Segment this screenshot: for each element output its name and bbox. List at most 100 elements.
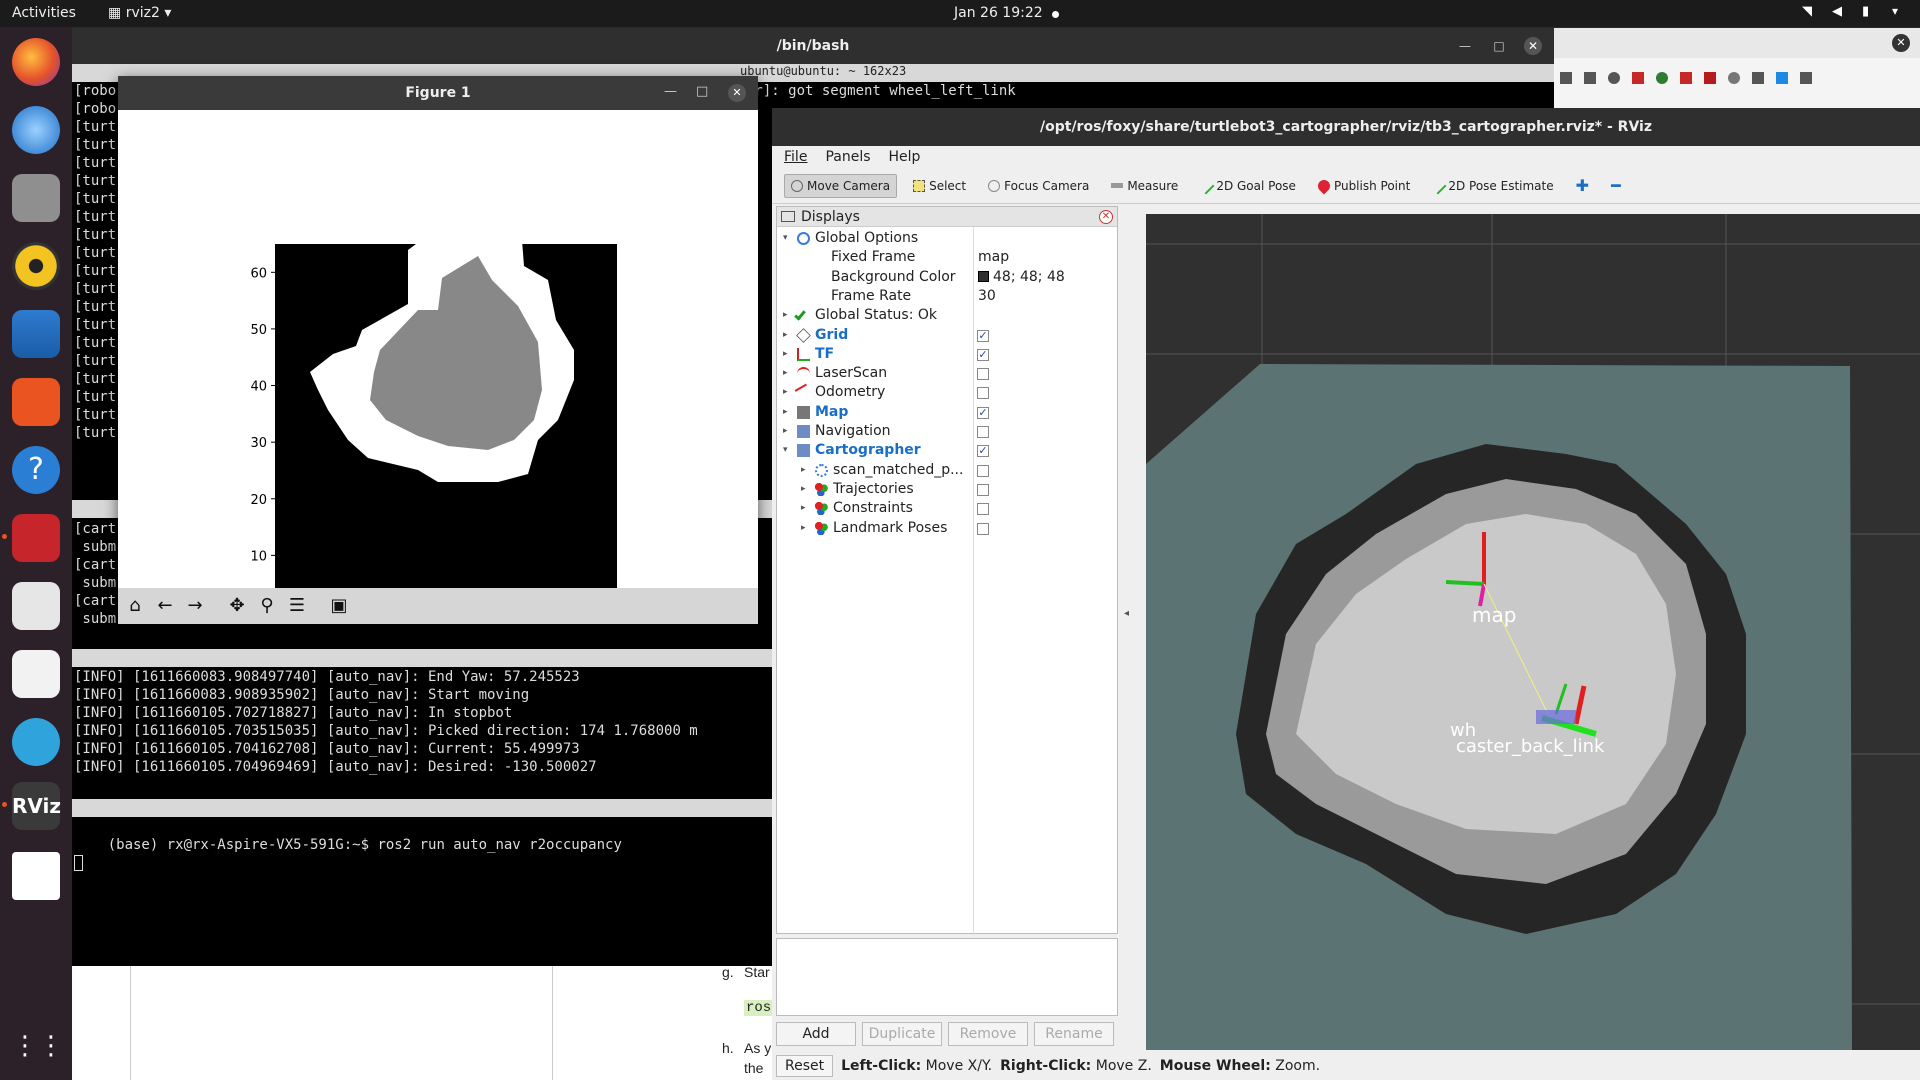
expand-arrow-icon[interactable]: ▸	[783, 306, 788, 325]
display-row[interactable]: ▸ Map ✓	[777, 403, 1117, 422]
extension-icon[interactable]	[1656, 72, 1668, 84]
firefox-icon[interactable]	[12, 38, 60, 86]
terminal-titlebar[interactable]: /bin/bash	[72, 28, 1554, 64]
maximize-button[interactable]: □	[1490, 37, 1508, 55]
select-tool[interactable]: Select	[907, 175, 972, 197]
duplicate-button[interactable]: Duplicate	[862, 1022, 942, 1046]
display-value[interactable]: map	[978, 248, 1009, 267]
pose-estimate-tool[interactable]: 2D Pose Estimate	[1426, 175, 1559, 197]
display-row[interactable]: ▸ scan_matched_p...	[777, 461, 1117, 480]
enable-checkbox[interactable]	[977, 464, 989, 477]
maximize-button[interactable]: □	[696, 84, 708, 99]
collapse-arrow-icon[interactable]: ▾	[783, 441, 788, 460]
clock[interactable]: Jan 26 19:22	[954, 5, 1043, 21]
measure-tool[interactable]: Measure	[1105, 175, 1184, 197]
rviz-icon[interactable]: RViz	[2, 782, 61, 830]
extension-icon[interactable]	[1680, 72, 1692, 84]
enable-checkbox[interactable]: ✓	[977, 406, 989, 419]
move-camera-tool[interactable]: Move Camera	[784, 173, 898, 198]
menu-help[interactable]: Help	[889, 149, 921, 165]
telegram-icon[interactable]	[12, 718, 60, 766]
enable-checkbox[interactable]: ✓	[977, 329, 989, 342]
enable-checkbox[interactable]: ✓	[977, 348, 989, 361]
display-row[interactable]: ▸ Constraints	[777, 499, 1117, 518]
forward-icon[interactable]: →	[182, 594, 208, 618]
figure-titlebar[interactable]: Figure 1	[118, 76, 758, 110]
display-row[interactable]: Background Color 48; 48; 48	[777, 268, 1117, 287]
publish-point-tool[interactable]: Publish Point	[1312, 175, 1416, 197]
rviz-window[interactable]: /opt/ros/foxy/share/turtlebot3_cartograp…	[772, 108, 1920, 1080]
display-row[interactable]: ▸ TF ✓	[777, 345, 1117, 364]
help-icon[interactable]: ?	[12, 446, 60, 494]
display-row[interactable]: ▸ Landmark Poses	[777, 519, 1117, 538]
display-value[interactable]: 48; 48; 48	[978, 268, 1065, 287]
ros-icon[interactable]	[12, 852, 60, 900]
collapse-arrow-icon[interactable]: ▾	[783, 229, 788, 248]
rhythmbox-icon[interactable]	[12, 242, 60, 290]
software-icon[interactable]	[12, 378, 60, 426]
display-row[interactable]: ▸ Navigation	[777, 422, 1117, 441]
figure-window[interactable]: Figure 1 — □ ✕ 6050403020100 01020304050…	[118, 76, 758, 624]
menu-panels[interactable]: Panels	[825, 149, 870, 165]
expand-arrow-icon[interactable]: ▸	[801, 519, 806, 538]
expand-arrow-icon[interactable]: ▸	[783, 345, 788, 364]
enable-checkbox[interactable]	[977, 522, 989, 535]
display-row[interactable]: ▸ Odometry	[777, 383, 1117, 402]
display-row[interactable]: Fixed Frame map	[777, 248, 1117, 267]
zoom-icon[interactable]: ⚲	[254, 594, 280, 618]
ublock-icon[interactable]	[1704, 72, 1716, 84]
app-menu[interactable]: ▦ rviz2 ▾	[108, 5, 171, 21]
writer-icon[interactable]	[12, 310, 60, 358]
extension-icon[interactable]	[1632, 72, 1644, 84]
3d-view[interactable]: map wh caster_back_link	[1146, 214, 1920, 1050]
sidebar-icon[interactable]	[1584, 72, 1596, 84]
system-tray[interactable]: ◥ ◀ ▮ ▾	[1802, 4, 1908, 20]
expand-arrow-icon[interactable]: ▸	[783, 326, 788, 345]
enable-checkbox[interactable]	[977, 368, 989, 381]
files-icon[interactable]	[12, 174, 60, 222]
minimize-button[interactable]: —	[1456, 37, 1474, 55]
rviz-titlebar[interactable]: /opt/ros/foxy/share/turtlebot3_cartograp…	[772, 108, 1920, 146]
library-icon[interactable]	[1560, 72, 1572, 84]
display-row[interactable]: ▾ Cartographer ✓	[777, 441, 1117, 460]
account-icon[interactable]	[1608, 72, 1620, 84]
display-row[interactable]: ▸ Global Status: Ok	[777, 306, 1117, 325]
remove-tool-button[interactable]: ━	[1605, 172, 1627, 199]
enable-checkbox[interactable]	[977, 426, 989, 438]
enable-checkbox[interactable]	[977, 387, 989, 400]
expand-arrow-icon[interactable]: ▸	[783, 422, 788, 441]
display-row[interactable]: ▸ Grid ✓	[777, 326, 1117, 345]
close-button[interactable]: ✕	[1524, 37, 1542, 55]
document-viewer-icon[interactable]	[12, 582, 60, 630]
collapse-panel-icon[interactable]: ◂	[1124, 608, 1129, 619]
display-row[interactable]: ▸ LaserScan	[777, 364, 1117, 383]
remove-button[interactable]: Remove	[948, 1022, 1028, 1046]
expand-arrow-icon[interactable]: ▸	[801, 461, 806, 480]
menu-icon[interactable]	[1800, 72, 1812, 84]
focus-camera-tool[interactable]: Focus Camera	[982, 175, 1095, 197]
extension-icon[interactable]	[1776, 72, 1788, 84]
add-tool-button[interactable]: ✚	[1570, 172, 1595, 199]
display-row[interactable]: ▸ Trajectories	[777, 480, 1117, 499]
save-icon[interactable]: ▣	[326, 594, 352, 618]
reset-button[interactable]: Reset	[776, 1055, 834, 1077]
terminal-icon[interactable]	[2, 514, 60, 562]
enable-checkbox[interactable]: ✓	[977, 445, 989, 458]
goal-pose-tool[interactable]: 2D Goal Pose	[1194, 175, 1302, 197]
expand-arrow-icon[interactable]: ▸	[783, 364, 788, 383]
terminal-prompt[interactable]: (base) rx@rx-Aspire-VX5-591G:~$ ros2 run…	[74, 818, 622, 890]
occupancy-plot[interactable]: 6050403020100 01020304050	[118, 110, 758, 588]
browser-close-icon[interactable]: ✕	[1892, 34, 1910, 52]
activities-button[interactable]: Activities	[12, 5, 76, 21]
pan-icon[interactable]: ✥	[224, 594, 250, 618]
display-value[interactable]: 30	[978, 287, 996, 306]
configure-icon[interactable]: ☰	[284, 594, 310, 618]
extension-icon[interactable]	[1728, 72, 1740, 84]
enable-checkbox[interactable]	[977, 483, 989, 496]
expand-arrow-icon[interactable]: ▸	[783, 403, 788, 422]
rename-button[interactable]: Rename	[1034, 1022, 1114, 1046]
text-editor-icon[interactable]	[12, 650, 60, 698]
expand-arrow-icon[interactable]: ▸	[783, 383, 788, 402]
expand-arrow-icon[interactable]: ▸	[801, 480, 806, 499]
thunderbird-icon[interactable]	[12, 106, 60, 154]
